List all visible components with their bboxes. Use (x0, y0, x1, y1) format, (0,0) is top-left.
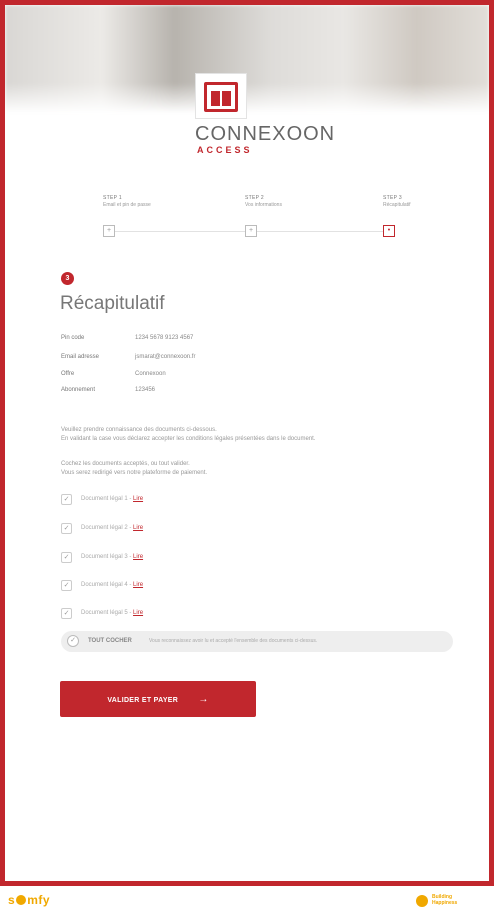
document-label: Document légal 2 - (81, 525, 132, 531)
detail-value: 123456 (135, 387, 156, 393)
step-plus-icon: + (245, 225, 257, 237)
instruction-line-2: Vous serez redirigé vers notre plateform… (61, 470, 208, 476)
step-title: STEP 3 (383, 195, 402, 201)
footer: s mfy Building Happiness (0, 886, 494, 915)
validate-and-pay-button[interactable]: VALIDER ET PAYER → (60, 681, 256, 717)
detail-label: Offre (61, 371, 75, 377)
step-plus-icon: + (103, 225, 115, 237)
step-current-icon: • (383, 225, 395, 237)
read-link[interactable]: Lire (133, 610, 143, 616)
step-title: STEP 2 (245, 195, 264, 201)
checkbox-check-icon[interactable]: ✓ (61, 608, 72, 619)
read-link[interactable]: Lire (133, 525, 143, 531)
step-subtitle: Vos informations (245, 202, 282, 208)
detail-value: 1234 5678 9123 4567 (135, 335, 194, 341)
document-row-4[interactable]: ✓ Document légal 4 - Lire (61, 580, 441, 594)
connexoon-logo (195, 73, 247, 119)
detail-label: Email adresse (61, 354, 100, 360)
accept-all-label: TOUT COCHER (88, 638, 132, 644)
detail-value: Connexoon (135, 371, 166, 377)
brand-subtitle: ACCESS (197, 145, 253, 155)
step-2: STEP 2 Vos informations + (245, 195, 345, 237)
intro-line-2: En validant la case vous déclarez accept… (61, 436, 316, 442)
detail-label: Abonnement (61, 387, 96, 393)
step-subtitle: Email et pin de passe (103, 202, 151, 208)
pay-button-label: VALIDER ET PAYER (107, 696, 179, 704)
tagline-line-2: Happiness (432, 900, 458, 906)
checkbox-check-icon[interactable]: ✓ (61, 523, 72, 534)
checkbox-check-icon[interactable]: ✓ (61, 580, 72, 591)
read-link[interactable]: Lire (133, 496, 143, 502)
document-row-2[interactable]: ✓ Document légal 2 - Lire (61, 523, 441, 537)
step-number-badge: 3 (61, 272, 74, 285)
read-link[interactable]: Lire (133, 582, 143, 588)
hero-banner-image (5, 5, 489, 113)
document-row-5[interactable]: ✓ Document légal 5 - Lire (61, 608, 441, 622)
document-label: Document légal 5 - (81, 610, 132, 616)
document-label: Document légal 3 - (81, 554, 132, 560)
intro-text: Veuillez prendre connaissance des docume… (61, 426, 441, 444)
sun-icon (416, 895, 428, 907)
step-1: STEP 1 Email et pin de passe + (103, 195, 203, 237)
step-title: STEP 1 (103, 195, 122, 201)
page-title: Récapitulatif (60, 293, 165, 314)
instruction-line-1: Cochez les documents acceptés, ou tout v… (61, 461, 190, 467)
checkbox-check-icon[interactable]: ✓ (61, 552, 72, 563)
arrow-right-icon: → (198, 693, 209, 705)
page-frame: CONNEXOON ACCESS STEP 1 Email et pin de … (0, 0, 494, 886)
brand-name: CONNEXOON (195, 123, 336, 145)
gate-icon (204, 82, 238, 112)
document-label: Document légal 4 - (81, 582, 132, 588)
intro-line-1: Veuillez prendre connaissance des docume… (61, 427, 217, 433)
detail-label: Pin code (61, 335, 85, 341)
check-all-icon[interactable]: ✓ (67, 635, 79, 647)
accept-all-note: Vous reconnaissez avoir lu et accepté l'… (149, 638, 318, 644)
step-3: STEP 3 Récapitulatif • (383, 195, 483, 237)
detail-value: jsmarat@connexoon.fr (135, 354, 196, 360)
instruction-text: Cochez les documents acceptés, ou tout v… (61, 460, 441, 478)
checkbox-check-icon[interactable]: ✓ (61, 494, 72, 505)
document-row-1[interactable]: ✓ Document légal 1 - Lire (61, 494, 441, 508)
step-subtitle: Récapitulatif (383, 202, 411, 208)
document-label: Document légal 1 - (81, 496, 132, 502)
building-happiness-logo: Building Happiness (416, 892, 486, 910)
somfy-o-icon (16, 895, 27, 905)
accept-all-toggle[interactable]: ✓ TOUT COCHER Vous reconnaissez avoir lu… (61, 631, 453, 652)
read-link[interactable]: Lire (133, 554, 143, 560)
somfy-logo: s mfy (8, 893, 51, 907)
document-row-3[interactable]: ✓ Document légal 3 - Lire (61, 552, 441, 566)
